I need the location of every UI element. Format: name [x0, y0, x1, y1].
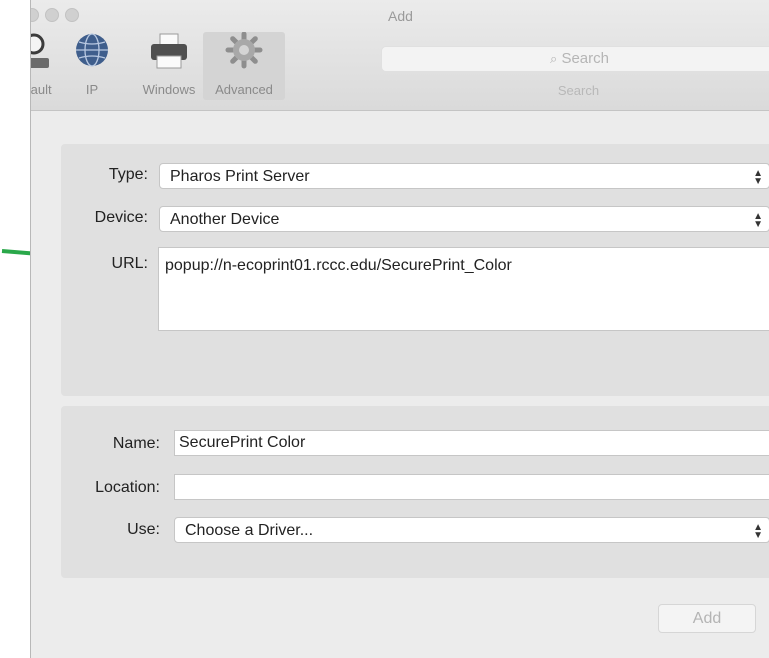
use-label: Use:	[127, 521, 160, 538]
title-toolbar: Add Default	[31, 0, 769, 111]
search-input[interactable]: ⌕ Search	[381, 46, 769, 72]
connection-group: Type: Pharos Print Server ▲ ▼ Device: Ano…	[61, 144, 769, 396]
updown-chevron-icon: ▲ ▼	[753, 521, 763, 541]
search-placeholder: Search	[561, 50, 609, 67]
printer-info-group: Name: SecurePrint Color Location: Use: C…	[61, 406, 769, 578]
url-label: URL:	[111, 255, 148, 272]
printer-icon	[147, 32, 191, 72]
name-label: Name:	[112, 435, 160, 452]
search-icon: ⌕	[550, 51, 558, 66]
device-popup[interactable]: Another Device ▲ ▼	[159, 206, 769, 232]
toolbar-advanced-label: Advanced	[215, 82, 273, 97]
add-button[interactable]: Add	[658, 604, 756, 633]
globe-icon	[70, 32, 114, 72]
toolbar-ip[interactable]: IP	[67, 32, 117, 100]
name-field[interactable]: SecurePrint Color	[174, 430, 769, 456]
type-label: Type:	[108, 166, 148, 183]
device-label: Device:	[94, 209, 148, 226]
magnifier-printer-icon	[31, 32, 53, 72]
add-printer-window: Add Default	[30, 0, 769, 658]
updown-chevron-icon: ▲ ▼	[753, 210, 763, 230]
toolbar-default[interactable]: Default	[30, 32, 61, 100]
toolbar-default-label: Default	[30, 82, 52, 97]
gear-icon	[222, 31, 266, 72]
type-value: Pharos Print Server	[170, 168, 310, 185]
location-label: Location:	[95, 479, 160, 496]
toolbar-windows-label: Windows	[142, 82, 196, 97]
toolbar-windows[interactable]: Windows	[129, 32, 209, 100]
driver-value: Choose a Driver...	[185, 522, 314, 539]
toolbar-advanced[interactable]: Advanced	[203, 31, 285, 100]
device-value: Another Device	[170, 211, 280, 228]
driver-popup[interactable]: Choose a Driver... ▲ ▼	[174, 517, 769, 543]
toolbar-ip-label: IP	[85, 82, 99, 97]
location-field[interactable]	[174, 474, 769, 500]
search-label: Search	[557, 83, 600, 98]
window-title: Add	[388, 8, 413, 24]
url-field[interactable]: popup://n-ecoprint01.rccc.edu/SecurePrin…	[158, 247, 769, 331]
type-popup[interactable]: Pharos Print Server ▲ ▼	[159, 163, 769, 189]
updown-chevron-icon: ▲ ▼	[753, 167, 763, 187]
